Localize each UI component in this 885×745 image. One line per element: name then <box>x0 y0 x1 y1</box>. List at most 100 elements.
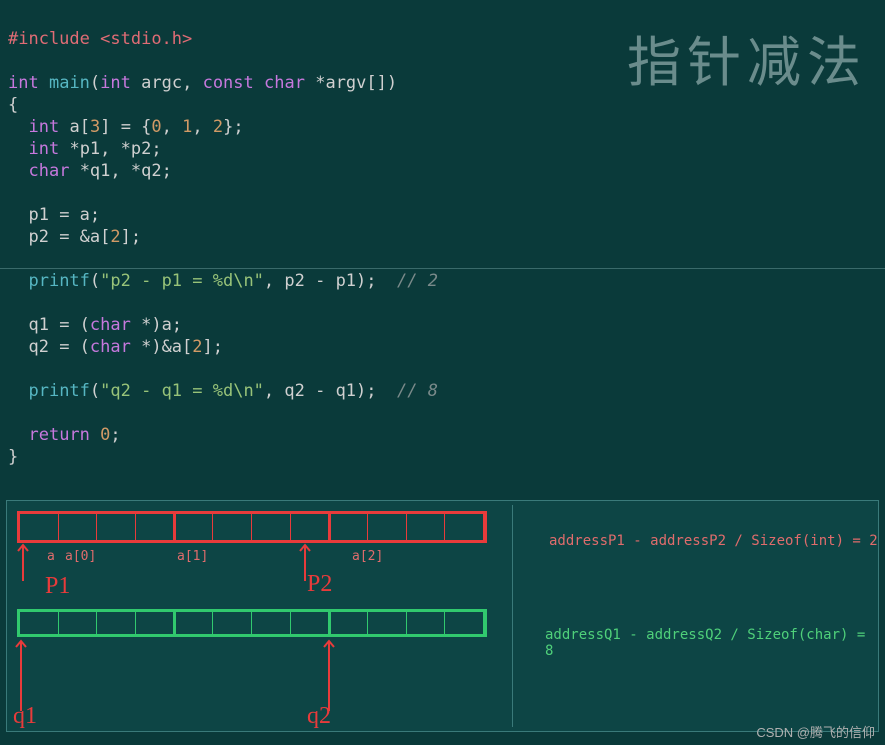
cursor-line <box>0 268 885 269</box>
v0: 0 <box>151 117 161 137</box>
byte-cell <box>97 514 136 540</box>
init-open: { <box>141 117 151 137</box>
p2-hand: P2 <box>307 571 332 598</box>
main-fn: main <box>49 73 90 93</box>
arg-argc: argc <box>141 73 182 93</box>
watermark: CSDN @腾飞的信仰 <box>756 722 875 741</box>
paren-close: ) <box>387 73 397 93</box>
main-type: int <box>8 73 39 93</box>
byte-cell <box>213 514 252 540</box>
arr-open: [ <box>80 117 90 137</box>
q2-cast: q2 = ( <box>28 337 89 357</box>
byte-cell <box>291 612 330 634</box>
q2-idx: 2 <box>192 337 202 357</box>
a-label: a <box>47 549 55 564</box>
char-cast1: char <box>90 315 131 335</box>
semi3: ; <box>162 161 172 181</box>
p1-hand: P1 <box>45 573 70 600</box>
a2-label: a[2] <box>352 549 383 564</box>
return-kw: return <box>28 425 89 445</box>
arr-size: 3 <box>90 117 100 137</box>
arg-argv: *argv[] <box>315 73 387 93</box>
q1-rest: *)a; <box>131 315 182 335</box>
q2-end: ]; <box>203 337 223 357</box>
semi2: ; <box>151 139 161 159</box>
byte-cell <box>329 514 368 540</box>
byte-cell <box>59 514 98 540</box>
p2-suffix: ]; <box>121 227 141 247</box>
printf2: printf <box>28 381 89 401</box>
byte-cell <box>175 514 214 540</box>
byte-cell <box>252 514 291 540</box>
byte-cell <box>20 612 59 634</box>
decl-p1p2: *p1, *p2 <box>69 139 151 159</box>
args-q: , q2 - q1); <box>264 381 377 401</box>
diagram-panel: a a[0] a[1] a[2] P1 P2 q1 q2 add <box>6 500 879 732</box>
q1-cast: q1 = ( <box>28 315 89 335</box>
q1-hand: q1 <box>13 703 37 730</box>
a1-label: a[1] <box>177 549 208 564</box>
q2-rest: *)&a[ <box>131 337 192 357</box>
byte-cell <box>329 612 368 634</box>
char-array-row <box>17 609 487 637</box>
include-kw: #include <box>8 29 90 49</box>
brace-close: } <box>8 447 18 467</box>
arg-char: char <box>264 73 305 93</box>
p2-prefix: p2 = &a[ <box>28 227 110 247</box>
decl-q1q2: *q1, *q2 <box>80 161 162 181</box>
p2-idx: 2 <box>110 227 120 247</box>
paren-open: ( <box>90 73 100 93</box>
q2-hand: q2 <box>307 703 331 730</box>
byte-cell <box>291 514 330 540</box>
decl-a: a <box>69 117 79 137</box>
byte-cell <box>407 514 446 540</box>
byte-cell <box>368 514 407 540</box>
byte-cell <box>445 612 484 634</box>
byte-cell <box>20 514 59 540</box>
char-group-div <box>173 609 176 637</box>
char-cast2: char <box>90 337 131 357</box>
vertical-divider <box>512 505 513 727</box>
int-group-div <box>328 511 331 543</box>
decl-int: int <box>28 117 59 137</box>
v1: 1 <box>182 117 192 137</box>
int-array-row <box>17 511 487 543</box>
include-hdr: <stdio.h> <box>100 29 192 49</box>
printf1: printf <box>28 271 89 291</box>
semi4: ; <box>110 425 120 445</box>
char-kw: char <box>28 161 69 181</box>
title-chinese: 指针减法 <box>627 18 867 97</box>
semi: ; <box>233 117 243 137</box>
arrow-p1 <box>15 543 35 583</box>
cmt-2: // 2 <box>397 271 438 291</box>
byte-cell <box>407 612 446 634</box>
byte-cell <box>252 612 291 634</box>
args-p: , p2 - p1); <box>264 271 377 291</box>
comma: , <box>182 73 202 93</box>
char-group-div <box>328 609 331 637</box>
arg-const: const <box>203 73 254 93</box>
byte-cell <box>445 514 484 540</box>
byte-cell <box>97 612 136 634</box>
p1-assign: p1 = a; <box>28 205 100 225</box>
str-q: "q2 - q1 = %d\n" <box>100 381 264 401</box>
int-group-div <box>173 511 176 543</box>
decl-int2: int <box>28 139 59 159</box>
byte-cell <box>136 612 175 634</box>
init-close: } <box>223 117 233 137</box>
desc-char: addressQ1 - addressQ2 / Sizeof(char) = 8 <box>545 627 878 659</box>
arg-int: int <box>100 73 131 93</box>
brace-open: { <box>8 95 18 115</box>
eq: = <box>110 117 141 137</box>
byte-cell <box>175 612 214 634</box>
byte-cell <box>368 612 407 634</box>
a0-label: a[0] <box>65 549 96 564</box>
desc-int: addressP1 - addressP2 / Sizeof(int) = 2 <box>549 533 878 549</box>
arrow-q2 <box>321 639 341 713</box>
byte-cell <box>213 612 252 634</box>
byte-cell <box>59 612 98 634</box>
ret-val: 0 <box>100 425 110 445</box>
str-p: "p2 - p1 = %d\n" <box>100 271 264 291</box>
arrow-q1 <box>13 639 33 713</box>
byte-cell <box>136 514 175 540</box>
